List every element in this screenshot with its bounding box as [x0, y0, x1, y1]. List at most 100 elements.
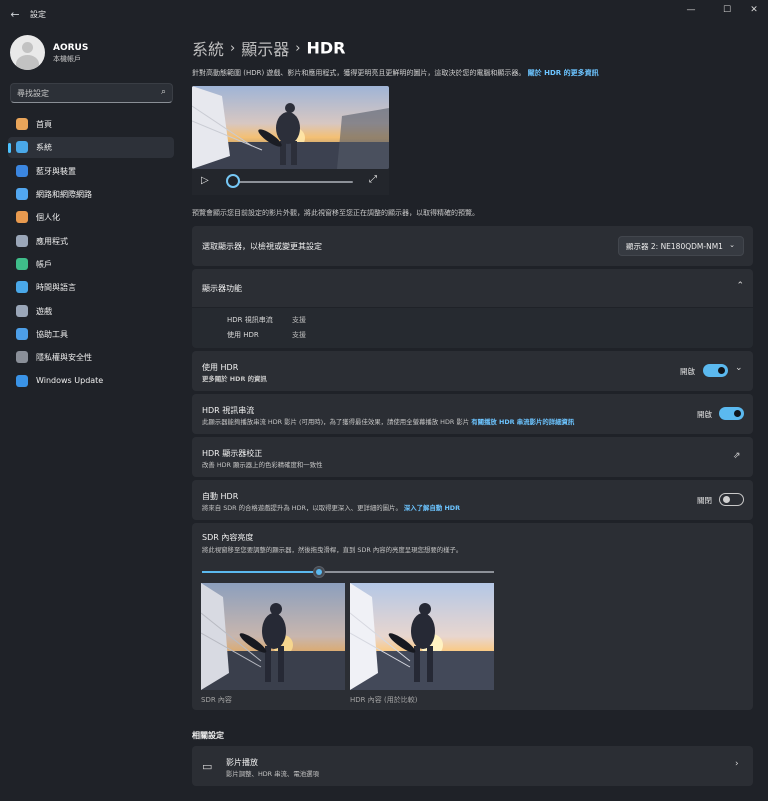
display-capabilities-title: 顯示器功能 — [202, 284, 242, 293]
calibration-title: HDR 顯示器校正 — [202, 449, 263, 458]
toggle-knob — [718, 367, 725, 374]
sidebar: AORUS 本機帳戶 尋找設定 ⌕ 首頁系統藍牙與裝置網路和網際網路 個人化應用程… — [0, 30, 182, 801]
sidebar-item-label: 遊戲 — [36, 306, 52, 316]
brush-icon — [16, 211, 28, 224]
shield-icon — [16, 351, 28, 364]
cap-value-use-hdr: 支援 — [292, 331, 306, 339]
sidebar-item[interactable]: 隱私權與安全性 — [8, 347, 174, 368]
use-hdr-toggle[interactable] — [703, 364, 728, 377]
video-playback-card[interactable]: ▭ 影片播放 影片調整、HDR 串流、電池選項 › — [192, 746, 753, 786]
accessibility-icon — [16, 328, 28, 341]
search-icon[interactable]: ⌕ — [161, 87, 166, 97]
title-bar: ← 設定 — ☐ ✕ — [0, 0, 768, 30]
auto-hdr-desc-line: 將來自 SDR 的合格遊戲提升為 HDR，以取得更深入、更詳細的圖片。 深入了解… — [202, 503, 460, 512]
gamepad-icon — [16, 304, 28, 317]
display-select-value: 顯示器 2: NE180QDM-NM1 — [626, 242, 723, 251]
fullscreen-icon[interactable]: ⤢ — [369, 174, 377, 185]
chevron-down-icon[interactable]: ⌄ — [735, 363, 743, 373]
chevron-right-icon[interactable]: › — [735, 759, 739, 769]
sidebar-item-label: 帳戶 — [36, 260, 52, 270]
chevron-up-icon[interactable]: ⌃ — [736, 281, 744, 291]
update-icon — [16, 374, 28, 387]
search-placeholder: 尋找設定 — [17, 89, 49, 98]
sidebar-item[interactable]: 個人化 — [8, 207, 174, 228]
external-link-icon[interactable]: ⇗ — [733, 451, 741, 461]
display-capabilities-header[interactable]: 顯示器功能 ⌃ — [192, 269, 753, 307]
play-icon[interactable]: ▷ — [201, 175, 209, 186]
sdr-photo — [201, 583, 345, 690]
hdr-video-toggle[interactable] — [719, 407, 744, 420]
video-playback-desc: 影片調整、HDR 串流、電池選項 — [226, 770, 319, 778]
hdr-info-link[interactable]: 關於 HDR 的更多資訊 — [528, 69, 599, 77]
hdr-video-desc: 此顯示器能夠播放串流 HDR 影片 (可用時)，為了獲得最佳效果，請使用全螢幕播… — [202, 418, 470, 426]
hdr-video-streaming-card: HDR 視訊串流 此顯示器能夠播放串流 HDR 影片 (可用時)，為了獲得最佳效… — [192, 394, 753, 434]
video-seek-track[interactable] — [234, 181, 353, 183]
account-icon — [16, 258, 28, 271]
avatar-body-shape — [16, 55, 39, 70]
wifi-icon — [16, 188, 28, 201]
intro-description: 針對高動態範圍 (HDR) 遊戲、影片和應用程式，獲得更明亮且更鮮明的圖片，這取… — [192, 69, 526, 77]
auto-hdr-desc: 將來自 SDR 的合格遊戲提升為 HDR，以取得更深入、更詳細的圖片。 — [202, 504, 402, 512]
avatar[interactable] — [10, 35, 45, 70]
sidebar-item[interactable]: 首頁 — [8, 114, 174, 135]
sidebar-item[interactable]: 遊戲 — [8, 301, 174, 322]
sidebar-item-label: 協助工具 — [36, 330, 68, 340]
apps-icon — [16, 234, 28, 247]
hdr-calibration-card[interactable]: HDR 顯示器校正 改善 HDR 顯示器上的色彩精確度和一致性 ⇗ — [192, 437, 753, 477]
auto-hdr-card: 自動 HDR 將來自 SDR 的合格遊戲提升為 HDR，以取得更深入、更詳細的圖… — [192, 480, 753, 520]
sdr-desc: 將此視窗移至您要調整的顯示器，然後拖曳滑桿，直到 SDR 內容的亮度呈現您想要的… — [202, 546, 463, 554]
cap-label-hdr-streaming: HDR 視訊串流 — [227, 316, 273, 324]
sdr-sample-image — [201, 583, 345, 690]
display-capabilities-body: HDR 視訊串流 支援 使用 HDR 支援 — [192, 308, 753, 348]
hdr-photo — [350, 583, 494, 690]
sidebar-item-label: 個人化 — [36, 213, 60, 223]
auto-hdr-title: 自動 HDR — [202, 492, 239, 501]
video-seek-thumb[interactable] — [226, 174, 240, 188]
slider-thumb[interactable] — [312, 566, 325, 578]
search-input[interactable]: 尋找設定 ⌕ — [10, 83, 173, 103]
video-camera-icon: ▭ — [202, 760, 213, 773]
cap-label-use-hdr: 使用 HDR — [227, 331, 259, 339]
toggle-knob — [723, 496, 730, 503]
toggle-knob — [734, 410, 741, 417]
hdr-sample-image — [350, 583, 494, 690]
page-title: HDR — [306, 38, 346, 58]
display-select[interactable]: 顯示器 2: NE180QDM-NM1 ⌄ — [618, 236, 744, 256]
sidebar-item[interactable]: Windows Update — [8, 371, 174, 392]
hdr-streaming-info-link[interactable]: 有關播放 HDR 串流影片的詳細資訊 — [471, 418, 574, 426]
auto-hdr-toggle[interactable] — [719, 493, 744, 506]
sdr-title: SDR 內容亮度 — [202, 533, 254, 542]
back-arrow-icon[interactable]: ← — [8, 8, 22, 22]
hdr-video-desc-line: 此顯示器能夠播放串流 HDR 影片 (可用時)，為了獲得最佳效果，請使用全螢幕播… — [202, 417, 574, 426]
sdr-brightness-slider[interactable] — [202, 566, 494, 578]
intro-text: 針對高動態範圍 (HDR) 遊戲、影片和應用程式，獲得更明亮且更鮮明的圖片，這取… — [192, 68, 599, 78]
hdr-video-preview — [192, 86, 389, 169]
close-button[interactable]: ✕ — [744, 4, 764, 16]
sidebar-item[interactable]: 系統 — [8, 137, 174, 159]
breadcrumb-system[interactable]: 系統 — [192, 40, 224, 59]
sidebar-item[interactable]: 網路和網際網路 — [8, 184, 174, 205]
maximize-button[interactable]: ☐ — [717, 4, 737, 16]
minimize-button[interactable]: — — [681, 4, 701, 16]
user-name: AORUS — [53, 43, 89, 53]
sidebar-item-label: 系統 — [36, 143, 52, 153]
breadcrumb-display[interactable]: 顯示器 — [241, 40, 289, 59]
avatar-head-shape — [22, 42, 33, 53]
sidebar-item-label: 藍牙與裝置 — [36, 166, 76, 176]
sidebar-item[interactable]: 藍牙與裝置 — [8, 161, 174, 182]
sidebar-item-label: 網路和網際網路 — [36, 190, 92, 200]
hdr-video-state: 開啟 — [697, 410, 712, 419]
more-hdr-info-link[interactable]: 更多關於 HDR 的資訊 — [202, 374, 267, 383]
use-hdr-card: 使用 HDR 更多關於 HDR 的資訊 開啟 ⌄ — [192, 351, 753, 391]
auto-hdr-state: 關閉 — [697, 496, 712, 505]
sidebar-item[interactable]: 時間與語言 — [8, 277, 174, 298]
sidebar-item[interactable]: 帳戶 — [8, 254, 174, 275]
auto-hdr-learn-link[interactable]: 深入了解自動 HDR — [404, 504, 460, 512]
sidebar-item-label: 隱私權與安全性 — [36, 353, 92, 363]
sidebar-item[interactable]: 應用程式 — [8, 231, 174, 252]
system-display-icon — [16, 141, 28, 154]
hdr-video-title: HDR 視訊串流 — [202, 406, 255, 415]
chevron-down-icon: ⌄ — [729, 241, 735, 249]
account-type: 本機帳戶 — [53, 55, 81, 63]
sidebar-item[interactable]: 協助工具 — [8, 324, 174, 345]
